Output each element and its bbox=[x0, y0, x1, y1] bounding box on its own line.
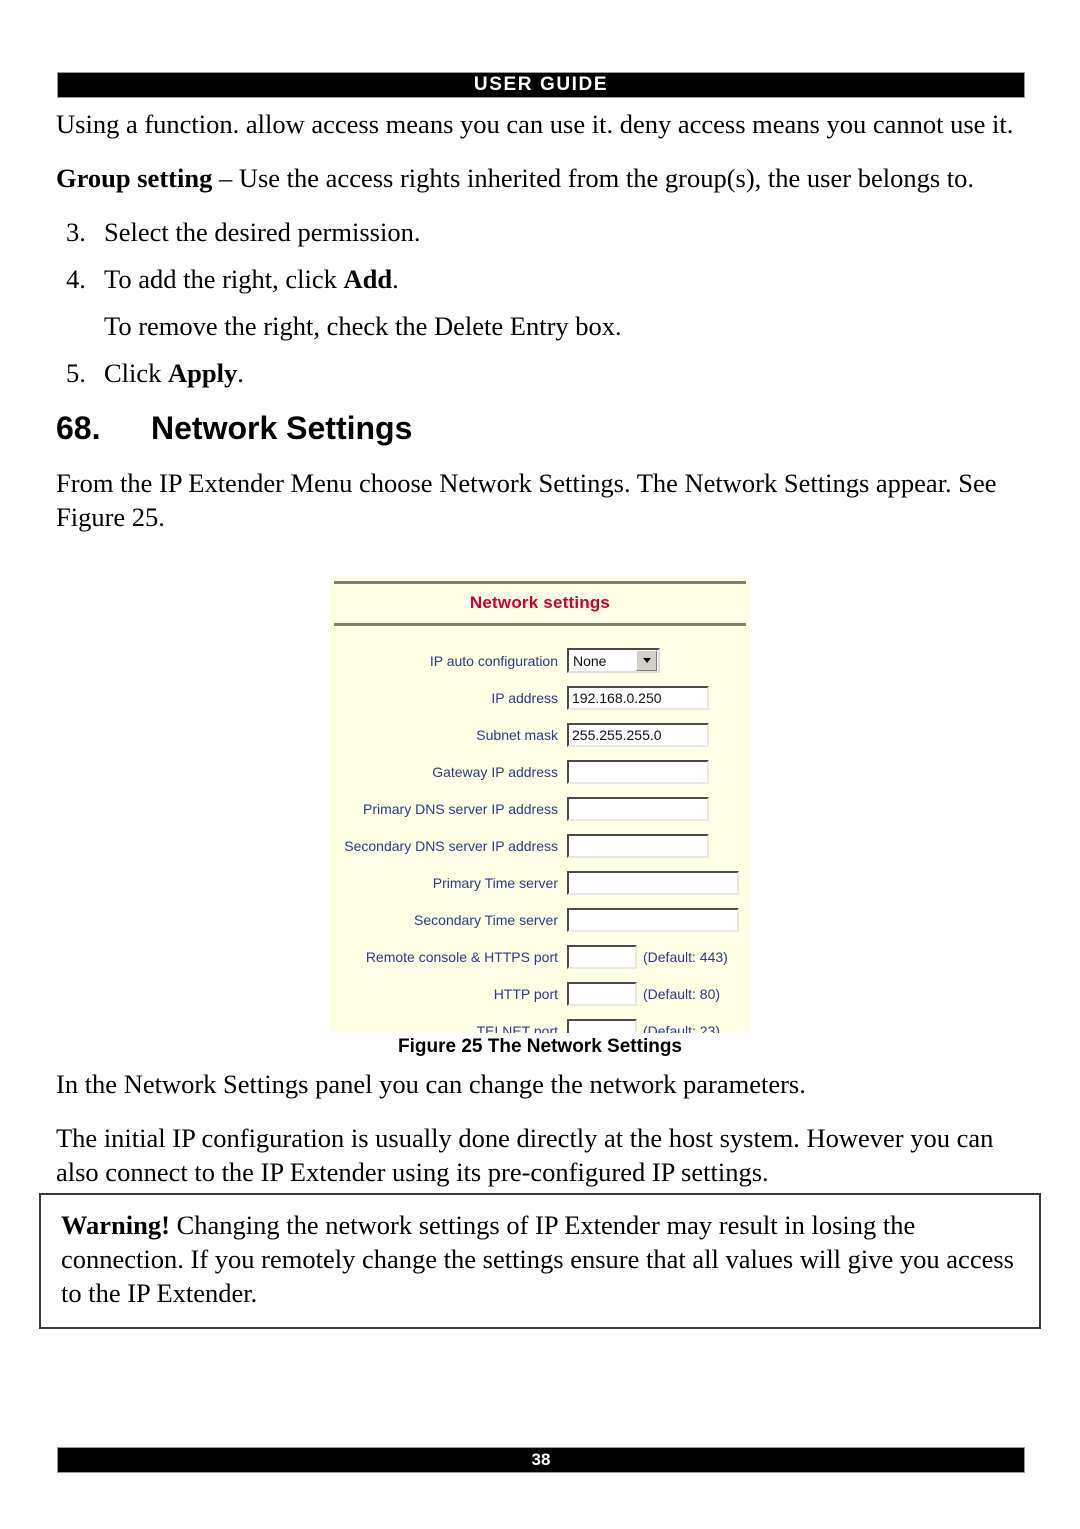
http-port-input[interactable] bbox=[567, 981, 637, 1006]
step-number: 3. bbox=[66, 216, 86, 247]
warning-callout: Warning! Changing the network settings o… bbox=[39, 1193, 1041, 1329]
list-item: 3. Select the desired permission. bbox=[66, 216, 1025, 250]
section-intro-paragraph: From the IP Extender Menu choose Network… bbox=[56, 468, 997, 533]
form-row-ip-address: IP address 192.168.0.250 bbox=[330, 679, 750, 716]
warning-label: Warning! bbox=[61, 1210, 170, 1240]
figure-caption: Figure 25 The Network Settings bbox=[398, 1036, 682, 1057]
header-title: USER GUIDE bbox=[473, 74, 609, 95]
form-row-gateway-ip-address: Gateway IP address bbox=[330, 753, 750, 790]
step-text-tail: . bbox=[392, 263, 399, 294]
primary-time-server-input[interactable] bbox=[567, 870, 739, 895]
ip-auto-configuration-select[interactable]: None bbox=[567, 648, 660, 673]
form-row-primary-dns: Primary DNS server IP address bbox=[330, 790, 750, 827]
label-ip-address: IP address bbox=[491, 689, 558, 706]
group-setting-description: – Use the access rights inherited from t… bbox=[212, 162, 975, 193]
chevron-down-icon[interactable] bbox=[636, 650, 657, 671]
page-footer-bar: 38 bbox=[57, 1447, 1025, 1473]
form-row-primary-time-server: Primary Time server bbox=[330, 864, 750, 901]
settings-form: IP auto configuration None IP address 19… bbox=[330, 626, 750, 1033]
form-row-secondary-dns: Secondary DNS server IP address bbox=[330, 827, 750, 864]
label-primary-dns-server-ip-address: Primary DNS server IP address bbox=[362, 800, 558, 817]
warning-text: Changing the network settings of IP Exte… bbox=[61, 1210, 1014, 1308]
form-row-http-port: HTTP port (Default: 80) bbox=[330, 975, 750, 1012]
primary-dns-server-ip-address-input[interactable] bbox=[567, 796, 709, 821]
add-button-reference: Add bbox=[343, 263, 393, 294]
section-heading: 68. Network Settings bbox=[56, 410, 1025, 447]
figure-25: Network settings IP auto configuration N… bbox=[0, 578, 1080, 1058]
step-text-lead: To add the right, click bbox=[104, 263, 344, 294]
secondary-dns-server-ip-address-input[interactable] bbox=[567, 833, 709, 858]
label-secondary-time-server: Secondary Time server bbox=[414, 911, 558, 928]
post-figure-paragraph-2: The initial IP configuration is usually … bbox=[56, 1122, 994, 1187]
form-row-telnet-port: TELNET port (Default: 23) bbox=[330, 1012, 750, 1033]
group-setting-term: Group setting bbox=[56, 162, 213, 193]
secondary-time-server-input[interactable] bbox=[567, 907, 739, 932]
ip-address-input[interactable]: 192.168.0.250 bbox=[567, 685, 709, 710]
form-row-subnet-mask: Subnet mask 255.255.255.0 bbox=[330, 716, 750, 753]
form-row-remote-console-https-port: Remote console & HTTPS port (Default: 44… bbox=[330, 938, 750, 975]
step-text: Click Apply. bbox=[104, 357, 1025, 391]
form-row-ip-auto-configuration: IP auto configuration None bbox=[330, 642, 750, 679]
step-number: 4. bbox=[66, 263, 86, 294]
step-text: Select the desired permission. bbox=[104, 216, 421, 247]
label-ip-auto-configuration: IP auto configuration bbox=[429, 652, 558, 669]
step-sub-text: To remove the right, check the Delete En… bbox=[104, 310, 622, 341]
form-row-secondary-time-server: Secondary Time server bbox=[330, 901, 750, 938]
post-figure-text: In the Network Settings panel you can ch… bbox=[56, 1068, 1025, 1190]
page-header-bar: USER GUIDE bbox=[57, 72, 1025, 98]
list-item: 4. To add the right, click Add. bbox=[66, 263, 1025, 297]
label-gateway-ip-address: Gateway IP address bbox=[432, 763, 558, 780]
hint-remote-console-https-port: (Default: 443) bbox=[643, 948, 728, 965]
intro-paragraph: Using a function. allow access means you… bbox=[56, 109, 1014, 139]
network-settings-panel-screenshot: Network settings IP auto configuration N… bbox=[330, 578, 750, 1033]
panel-title: Network settings bbox=[469, 593, 611, 612]
warning-paragraph: Warning! Changing the network settings o… bbox=[61, 1209, 1023, 1311]
telnet-port-input[interactable] bbox=[567, 1018, 637, 1033]
label-http-port: HTTP port bbox=[493, 985, 558, 1002]
step-text-lead: Click bbox=[104, 357, 169, 388]
post-figure-paragraph-1: In the Network Settings panel you can ch… bbox=[56, 1069, 806, 1099]
hint-http-port: (Default: 80) bbox=[643, 985, 721, 1002]
ip-auto-configuration-value: None bbox=[573, 652, 607, 669]
page-number: 38 bbox=[531, 1450, 551, 1469]
document-body: Using a function. allow access means you… bbox=[56, 108, 1025, 535]
remote-console-https-port-input[interactable] bbox=[567, 944, 637, 969]
list-item: 5. Click Apply. bbox=[66, 357, 1025, 391]
step-text-tail: . bbox=[237, 357, 244, 388]
section-number: 68. bbox=[56, 410, 101, 447]
label-remote-console-https-port: Remote console & HTTPS port bbox=[365, 948, 558, 965]
group-setting-paragraph: Group setting – Use the access rights in… bbox=[56, 162, 1025, 196]
step-number: 5. bbox=[66, 357, 86, 388]
label-subnet-mask: Subnet mask bbox=[476, 726, 558, 743]
subnet-mask-input[interactable]: 255.255.255.0 bbox=[567, 722, 709, 747]
apply-button-reference: Apply bbox=[168, 357, 238, 388]
label-secondary-dns-server-ip-address: Secondary DNS server IP address bbox=[344, 837, 558, 854]
step-text: To add the right, click Add. bbox=[104, 263, 1025, 297]
hint-telnet-port: (Default: 23) bbox=[643, 1022, 721, 1034]
label-telnet-port: TELNET port bbox=[476, 1022, 558, 1034]
label-primary-time-server: Primary Time server bbox=[432, 874, 558, 891]
gateway-ip-address-input[interactable] bbox=[567, 759, 709, 784]
page-title: Network Settings bbox=[151, 410, 413, 447]
